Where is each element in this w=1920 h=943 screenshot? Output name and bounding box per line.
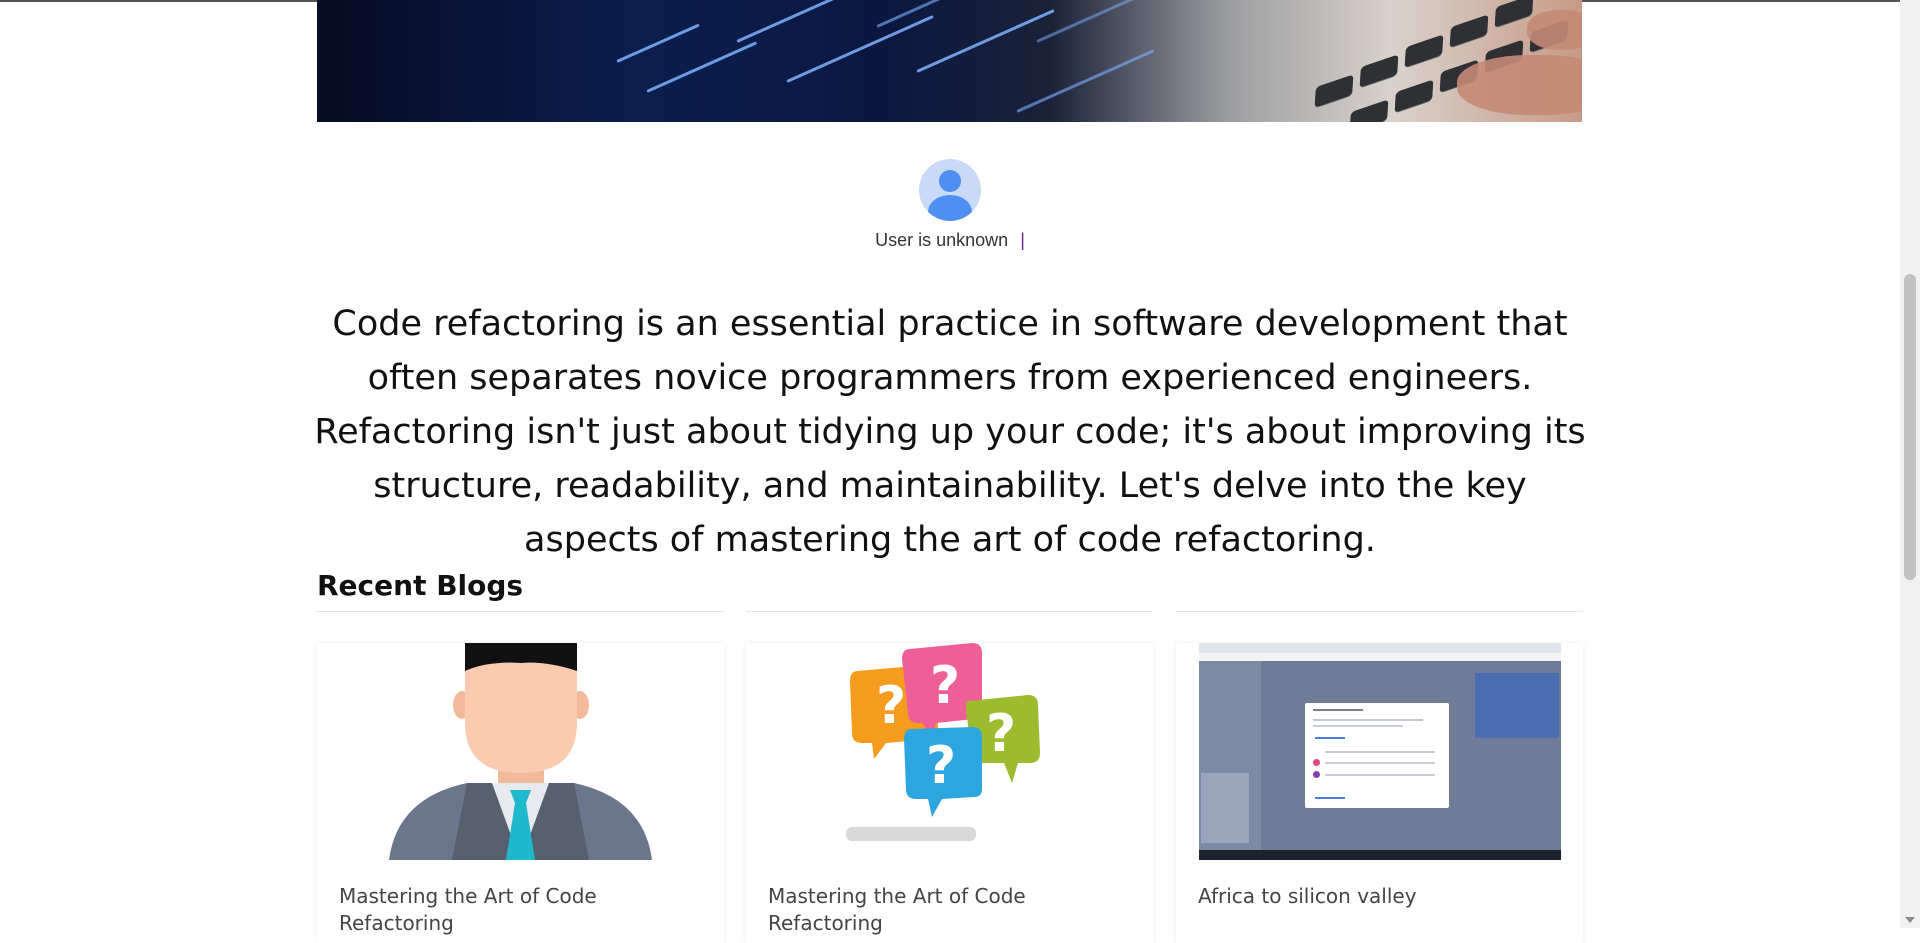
author-line: User is unknown | [0, 230, 1900, 251]
question-bubbles-icon: ? ? ? ? [746, 643, 1153, 860]
blog-card-title[interactable]: Mastering the Art of Code Refactoring [768, 883, 1138, 937]
svg-text:?: ? [930, 656, 960, 716]
divider [317, 611, 723, 612]
svg-text:?: ? [876, 676, 906, 736]
avatar-body [928, 195, 972, 221]
recent-blogs-heading: Recent Blogs [317, 569, 524, 602]
scroll-down-arrow-icon[interactable] [1905, 917, 1915, 923]
svg-text:?: ? [926, 736, 956, 796]
divider [746, 611, 1153, 612]
svg-text:?: ? [986, 704, 1016, 764]
page-scrollbar[interactable] [1900, 0, 1920, 928]
blog-card-image[interactable] [1176, 643, 1583, 860]
divider [1176, 611, 1583, 612]
blog-card[interactable]: ? ? ? ? Mastering the Art of Code Refact… [746, 643, 1153, 943]
blog-card[interactable]: Mastering the Art of Code Refactoring [317, 643, 724, 943]
blog-card[interactable]: Africa to silicon valley [1176, 643, 1583, 943]
businessman-avatar-icon [317, 643, 724, 860]
blog-card-title[interactable]: Africa to silicon valley [1198, 883, 1568, 910]
author-avatar [919, 159, 981, 221]
article-intro: Code refactoring is an essential practic… [314, 304, 1586, 560]
blog-card-image[interactable] [317, 643, 724, 860]
author-separator: | [1020, 230, 1025, 250]
blog-card-image[interactable]: ? ? ? ? [746, 643, 1153, 860]
avatar-head [939, 170, 961, 192]
hero-image [317, 0, 1582, 122]
screenshot-thumbnail-icon [1199, 643, 1561, 860]
blog-card-title[interactable]: Mastering the Art of Code Refactoring [339, 883, 709, 937]
scrollbar-thumb[interactable] [1904, 274, 1916, 580]
author-name: User is unknown [875, 230, 1009, 250]
